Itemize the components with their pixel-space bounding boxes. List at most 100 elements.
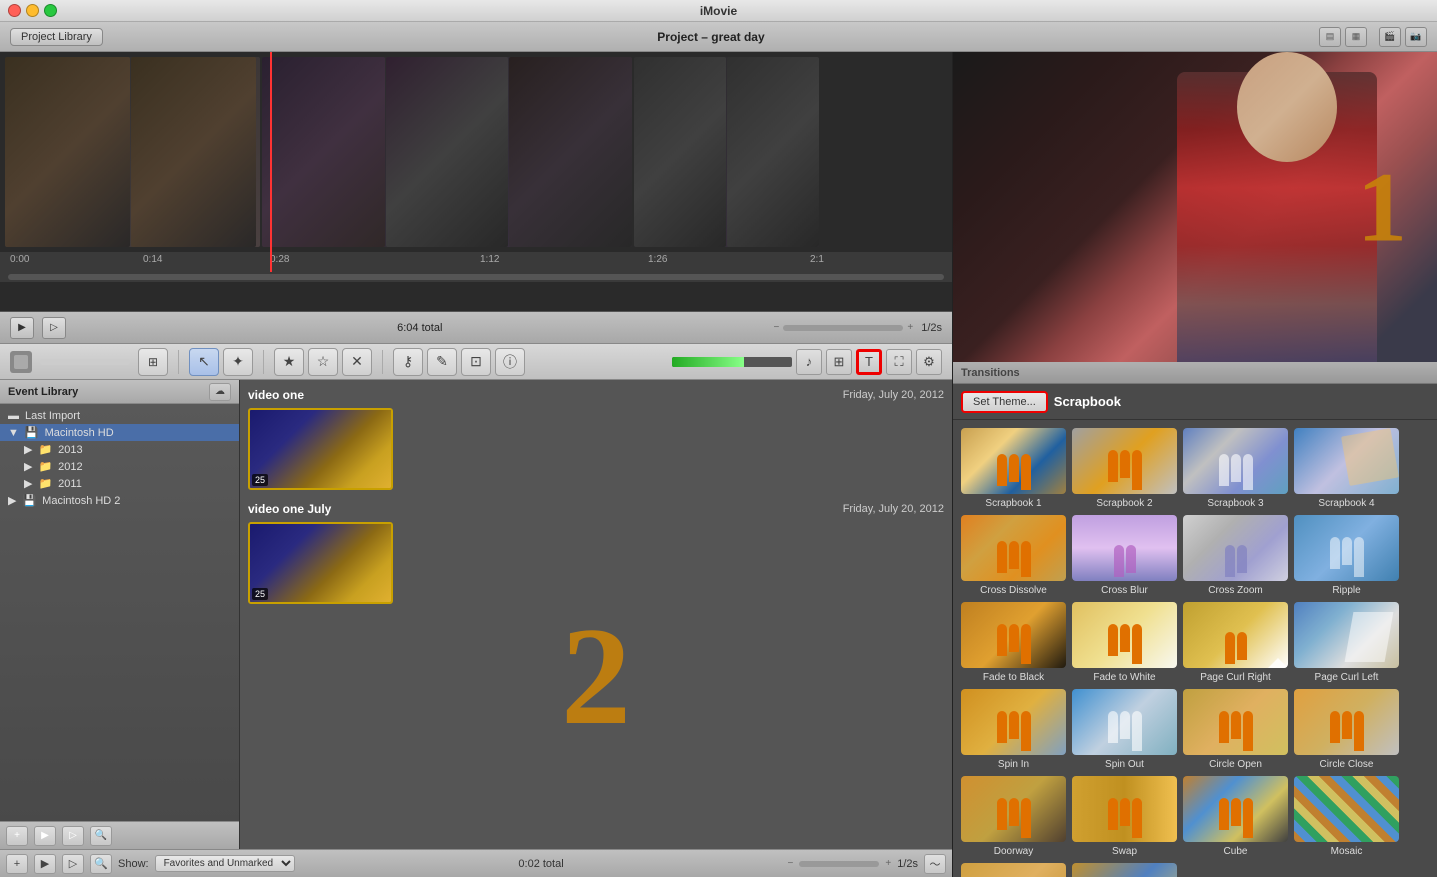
transition-browser-button[interactable]: ⛶ bbox=[886, 349, 912, 375]
event-group-video-one-header: video one Friday, July 20, 2012 bbox=[248, 388, 944, 402]
transition-ripple[interactable]: Ripple bbox=[1294, 515, 1399, 596]
event-library-item-mac-hd[interactable]: ▼ 💾 Macintosh HD bbox=[0, 424, 239, 441]
transition-cube-thumb bbox=[1183, 776, 1288, 842]
play-fullscreen-button[interactable]: ▷ bbox=[42, 317, 66, 339]
play-event-button[interactable]: ▶ bbox=[34, 826, 56, 846]
event-library-item-mac-hd-2[interactable]: ▶ 💾 Macintosh HD 2 bbox=[0, 492, 239, 509]
event-zoom-slider[interactable] bbox=[799, 861, 879, 867]
transition-circle-open-thumb bbox=[1183, 689, 1288, 755]
add-event-button[interactable]: + bbox=[6, 826, 28, 846]
music-browser-button[interactable]: ♪ bbox=[796, 349, 822, 375]
zoom-bottom-button[interactable]: 🔍 bbox=[90, 854, 112, 874]
crop-button[interactable]: ⊡ bbox=[461, 348, 491, 376]
wave-button[interactable]: 〜 bbox=[924, 854, 946, 874]
transition-cross-blur-label: Cross Blur bbox=[1101, 585, 1148, 596]
transition-scrapbook-1[interactable]: Scrapbook 1 bbox=[961, 428, 1066, 509]
timeline-controls: ▶ ▷ 6:04 total − + 1/2s bbox=[0, 312, 952, 344]
view-mode-list-button[interactable]: ▦ bbox=[1345, 27, 1367, 47]
minimize-button[interactable] bbox=[26, 4, 39, 17]
reject-button[interactable]: ✕ bbox=[342, 348, 372, 376]
transition-spin-in[interactable]: Spin In bbox=[961, 689, 1066, 770]
transition-cross-zoom[interactable]: Cross Zoom bbox=[1183, 515, 1288, 596]
play-bottom-button[interactable]: ▶ bbox=[34, 854, 56, 874]
title-browser-button[interactable]: T bbox=[856, 349, 882, 375]
transition-circle-close[interactable]: Circle Close bbox=[1294, 689, 1399, 770]
transition-fade-to-white[interactable]: Fade to White bbox=[1072, 602, 1177, 683]
playhead[interactable] bbox=[270, 52, 272, 272]
transition-scrapbook-3[interactable]: Scrapbook 3 bbox=[1183, 428, 1288, 509]
ruler-mark-4: 1:26 bbox=[648, 254, 667, 265]
transitions-row-5 bbox=[961, 863, 1429, 877]
transition-swap-thumb bbox=[1072, 776, 1177, 842]
map-button[interactable]: ⚙ bbox=[916, 349, 942, 375]
show-select[interactable]: Favorites and Unmarked bbox=[155, 855, 295, 872]
transition-mosaic[interactable]: Mosaic bbox=[1294, 776, 1399, 857]
close-button[interactable] bbox=[8, 4, 21, 17]
event-clip-2[interactable]: 25 bbox=[248, 522, 393, 604]
transition-cross-blur[interactable]: Cross Blur bbox=[1072, 515, 1177, 596]
transition-bottom-1[interactable] bbox=[961, 863, 1066, 877]
transition-bottom-2[interactable] bbox=[1072, 863, 1177, 877]
rate-unrate-button[interactable]: ☆ bbox=[308, 348, 338, 376]
event-library-cloud-button[interactable]: ☁ bbox=[209, 383, 231, 401]
toolbar-divider-1 bbox=[178, 350, 179, 374]
event-clip-1[interactable]: 25 bbox=[248, 408, 393, 490]
view-mode-grid-button[interactable]: ▤ bbox=[1319, 27, 1341, 47]
big-number-2: 2 bbox=[561, 596, 631, 757]
adjust-tool-button[interactable]: ✦ bbox=[223, 348, 253, 376]
transition-doorway[interactable]: Doorway bbox=[961, 776, 1066, 857]
photo-browser-button[interactable]: ⊞ bbox=[826, 349, 852, 375]
right-toolbar: ♪ ⊞ T ⛶ ⚙ bbox=[672, 349, 942, 375]
transition-cross-zoom-label: Cross Zoom bbox=[1208, 585, 1262, 596]
expand-clip-button[interactable]: ⊞ bbox=[138, 348, 168, 376]
event-library-item-2013[interactable]: ▶ 📁 2013 bbox=[0, 441, 239, 458]
select-tool-button[interactable]: ↖ bbox=[189, 348, 219, 376]
transition-swap[interactable]: Swap bbox=[1072, 776, 1177, 857]
set-theme-button[interactable]: Set Theme... bbox=[961, 391, 1048, 413]
view-swap-right[interactable]: 📷 bbox=[1405, 27, 1427, 47]
transition-fade-to-black[interactable]: Fade to Black bbox=[961, 602, 1066, 683]
transition-cross-dissolve[interactable]: Cross Dissolve bbox=[961, 515, 1066, 596]
event-library-item-2012[interactable]: ▶ 📁 2012 bbox=[0, 458, 239, 475]
transition-swap-label: Swap bbox=[1112, 846, 1137, 857]
play2-bottom-button[interactable]: ▷ bbox=[62, 854, 84, 874]
mac-hd-icon: 💾 bbox=[25, 426, 39, 439]
maximize-button[interactable] bbox=[44, 4, 57, 17]
key-button[interactable]: ⚷ bbox=[393, 348, 423, 376]
app-title: iMovie bbox=[700, 4, 737, 18]
transition-page-curl-left[interactable]: Page Curl Left bbox=[1294, 602, 1399, 683]
info-button[interactable]: ⓘ bbox=[495, 348, 525, 376]
transition-scrapbook-4[interactable]: Scrapbook 4 bbox=[1294, 428, 1399, 509]
transition-scrapbook-2[interactable]: Scrapbook 2 bbox=[1072, 428, 1177, 509]
play-button[interactable]: ▶ bbox=[10, 317, 34, 339]
add-event-bottom-button[interactable]: + bbox=[6, 854, 28, 874]
zoom-event-button[interactable]: 🔍 bbox=[90, 826, 112, 846]
transition-circle-open[interactable]: Circle Open bbox=[1183, 689, 1288, 770]
view-swap-left[interactable]: 🎬 bbox=[1379, 27, 1401, 47]
timeline-slider-area[interactable]: − + bbox=[774, 322, 914, 333]
transitions-row-1: Cross Dissolve Cross Blur bbox=[961, 515, 1429, 596]
window-controls[interactable] bbox=[8, 4, 57, 17]
timeline-clip-2[interactable] bbox=[262, 57, 632, 247]
play-event-button2[interactable]: ▷ bbox=[62, 826, 84, 846]
middle-area: 0:00 0:14 0:28 1:12 1:26 2:1 ▶ ▷ 6:04 to… bbox=[0, 52, 1437, 877]
transition-cube[interactable]: Cube bbox=[1183, 776, 1288, 857]
timeline-clips bbox=[0, 52, 952, 252]
transition-page-curl-right-thumb bbox=[1183, 602, 1288, 668]
transition-spin-out[interactable]: Spin Out bbox=[1072, 689, 1177, 770]
timeline-clip-3[interactable] bbox=[634, 57, 819, 247]
transition-spin-in-label: Spin In bbox=[998, 759, 1029, 770]
event-library-item-last-import[interactable]: ▬ Last Import bbox=[0, 408, 239, 424]
color-button[interactable]: ✎ bbox=[427, 348, 457, 376]
event-group-video-one-title: video one bbox=[248, 388, 304, 402]
event-library-item-2011[interactable]: ▶ 📁 2011 bbox=[0, 475, 239, 492]
timeline-zoom-slider[interactable] bbox=[783, 325, 903, 331]
folder-2013-icon: ▶ bbox=[24, 443, 32, 456]
timeline-clip-1[interactable] bbox=[5, 57, 260, 247]
transitions-tab[interactable]: Transitions bbox=[961, 367, 1020, 379]
transition-page-curl-right[interactable]: Page Curl Right bbox=[1183, 602, 1288, 683]
project-library-button[interactable]: Project Library bbox=[10, 28, 103, 46]
rate-favorite-button[interactable]: ★ bbox=[274, 348, 304, 376]
transition-cross-blur-thumb bbox=[1072, 515, 1177, 581]
last-import-label: Last Import bbox=[25, 410, 80, 422]
